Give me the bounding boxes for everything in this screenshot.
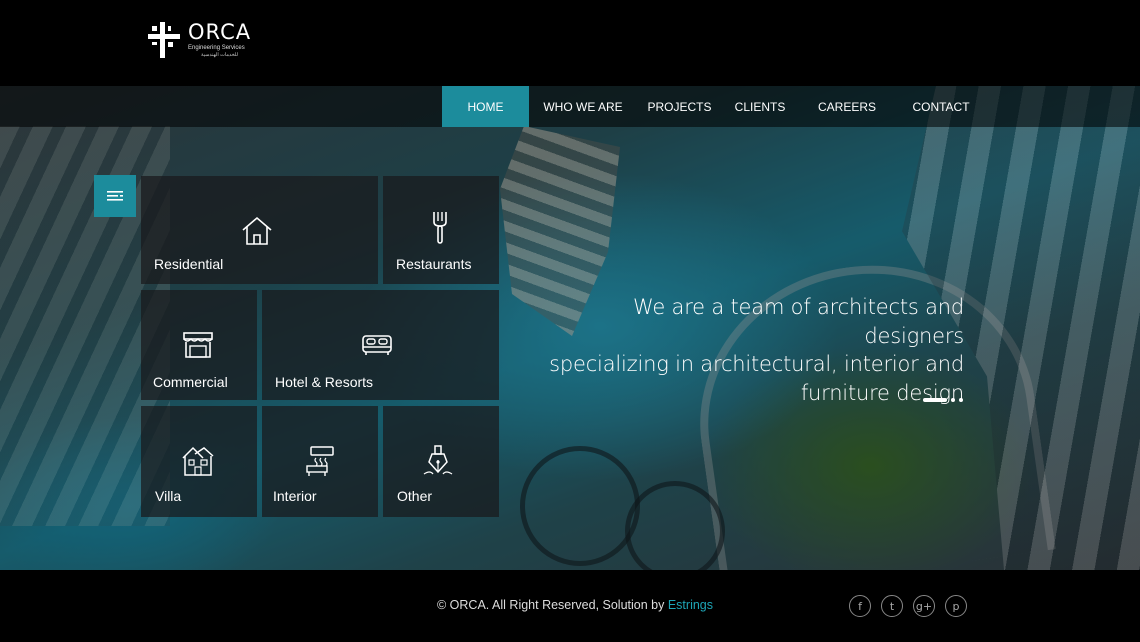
nav-item-who-we-are[interactable]: WHO WE ARE	[529, 86, 637, 127]
interior-icon	[306, 446, 334, 476]
villa-icon	[182, 446, 214, 476]
nav-item-clients[interactable]: CLIENTS	[722, 86, 798, 127]
category-tile-hotel-resorts[interactable]: Hotel & Resorts	[262, 290, 499, 400]
facebook-icon[interactable]: f	[849, 595, 871, 617]
category-label: Commercial	[153, 374, 228, 390]
category-tile-other[interactable]: Other	[383, 406, 499, 517]
hero-tagline-line: specializing in architectural, interior …	[549, 352, 964, 376]
category-tile-interior[interactable]: Interior	[262, 406, 378, 517]
fork-icon	[433, 212, 447, 244]
hero-tagline-line: We are a team of architects and designer…	[633, 295, 964, 348]
category-label: Villa	[155, 488, 182, 504]
menu-toggle-button[interactable]	[94, 175, 136, 217]
category-label: Hotel & Resorts	[275, 374, 374, 390]
nav-items: HOME WHO WE ARE PROJECTS CLIENTS CAREERS…	[442, 86, 986, 127]
hero-tagline: We are a team of architects and designer…	[544, 293, 964, 407]
nav-item-home[interactable]: HOME	[442, 86, 529, 127]
category-label: Other	[397, 488, 433, 504]
twitter-icon[interactable]: t	[881, 595, 903, 617]
category-tile-restaurants[interactable]: Restaurants	[383, 176, 499, 284]
pen-nib-icon	[423, 445, 453, 475]
google-plus-icon[interactable]: g+	[913, 595, 935, 617]
slider-dots	[923, 398, 963, 402]
slider-dot[interactable]	[959, 398, 963, 402]
copyright-text: © ORCA. All Right Reserved, Solution by …	[437, 598, 713, 612]
category-tile-villa[interactable]: Villa	[141, 406, 257, 517]
bed-icon	[362, 335, 392, 355]
house-icon	[242, 216, 272, 245]
pinterest-icon[interactable]: p	[945, 595, 967, 617]
hero-tagline-line: furniture design	[800, 380, 964, 405]
brand-arabic: للخدمات الهندسية	[201, 52, 239, 58]
menu-lines-icon	[107, 191, 123, 201]
brand-subtitle: Engineering Services	[188, 45, 245, 51]
nav-item-projects[interactable]: PROJECTS	[637, 86, 722, 127]
page: ORCA Engineering Services للخدمات الهندس…	[0, 0, 1140, 642]
logo[interactable]: ORCA Engineering Services للخدمات الهندس…	[148, 22, 251, 58]
slider-dot[interactable]	[951, 398, 955, 402]
main-nav: HOME WHO WE ARE PROJECTS CLIENTS CAREERS…	[0, 86, 1140, 127]
nav-item-contact[interactable]: CONTACT	[896, 86, 986, 127]
category-label: Restaurants	[396, 256, 472, 272]
category-tile-residential[interactable]: Residential	[141, 176, 378, 284]
category-tile-commercial[interactable]: Commercial	[141, 290, 257, 400]
category-label: Residential	[154, 256, 224, 272]
brand-name: ORCA	[188, 20, 252, 44]
footer: © ORCA. All Right Reserved, Solution by …	[0, 570, 1140, 642]
copyright-label: © ORCA. All Right Reserved, Solution by	[437, 598, 668, 612]
slider-dot-active[interactable]	[923, 398, 947, 402]
top-header: ORCA Engineering Services للخدمات الهندس…	[0, 0, 1140, 86]
nav-item-careers[interactable]: CAREERS	[798, 86, 896, 127]
credit-link[interactable]: Estrings	[668, 598, 713, 612]
logo-text: ORCA Engineering Services للخدمات الهندس…	[188, 22, 251, 58]
social-links: f t g+ p	[849, 595, 967, 617]
storefront-icon	[183, 332, 213, 358]
logo-mark-icon	[148, 22, 180, 58]
category-label: Interior	[273, 488, 317, 504]
